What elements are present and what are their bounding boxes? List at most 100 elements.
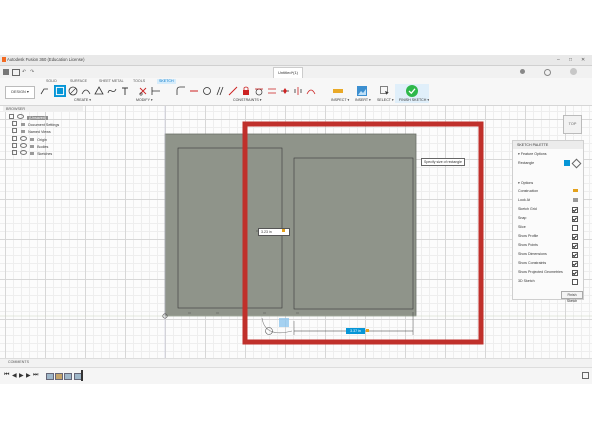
spline-tool-icon[interactable] (107, 86, 117, 96)
file-icon[interactable] (12, 69, 20, 76)
expand-icon[interactable] (12, 128, 17, 133)
extend-tool-icon[interactable] (151, 86, 161, 96)
symmetry-constraint-icon[interactable] (293, 86, 303, 96)
expand-icon[interactable] (9, 114, 14, 119)
arc-tool-icon[interactable] (81, 86, 91, 96)
rectangle-tool-icon[interactable] (54, 85, 66, 97)
3d-sketch-checkbox[interactable] (572, 279, 578, 285)
show-profile-checkbox[interactable] (572, 234, 578, 240)
tab-sheet-metal[interactable]: SHEET METAL (97, 79, 126, 84)
workspace-switcher[interactable]: DESIGN ▾ (5, 86, 35, 99)
trim-tool-icon[interactable] (138, 86, 148, 96)
close-button[interactable]: ✕ (581, 57, 585, 63)
show-points-checkbox[interactable] (572, 243, 578, 249)
minimize-button[interactable]: – (557, 57, 560, 63)
browser-item-bodies[interactable]: Bodies (12, 143, 48, 149)
rectangle-mode-button[interactable] (564, 160, 570, 166)
visibility-icon[interactable] (20, 136, 28, 141)
lock-icon[interactable] (282, 229, 285, 232)
option-look-at[interactable]: Look At (518, 196, 578, 204)
step-back-icon[interactable]: ◀ (12, 372, 17, 379)
expand-icon[interactable] (12, 136, 17, 141)
avatar[interactable] (570, 68, 577, 75)
timeline-feature-sketch[interactable] (64, 373, 72, 380)
snap-checkbox[interactable] (572, 216, 578, 222)
equal-constraint-icon[interactable] (267, 86, 277, 96)
inspect-menu[interactable]: INSPECT ▾ (331, 98, 349, 102)
job-status-icon[interactable] (520, 69, 525, 74)
constraints-menu[interactable]: CONSTRAINTS ▾ (233, 98, 262, 102)
fix-constraint-icon[interactable] (241, 86, 251, 96)
browser-item-document-settings[interactable]: Document Settings (12, 121, 59, 127)
show-constraints-checkbox[interactable] (572, 261, 578, 267)
option-3d-sketch[interactable]: 3D Sketch (518, 277, 578, 285)
show-projected-geometries-checkbox[interactable] (572, 270, 578, 276)
browser-item-sketches[interactable]: Sketches (12, 150, 52, 156)
options-header[interactable]: ▾ Options (518, 179, 578, 187)
notifications-icon[interactable] (544, 69, 551, 76)
look-at-icon[interactable] (573, 198, 578, 202)
tangent-constraint-icon[interactable] (254, 86, 264, 96)
circle-tool-icon[interactable] (68, 86, 78, 96)
tab-surface[interactable]: SURFACE (68, 79, 89, 84)
insert-image-icon[interactable] (357, 86, 367, 96)
feature-options-header[interactable]: ▾ Feature Options (518, 150, 578, 158)
view-cube[interactable]: TOP (563, 115, 582, 134)
option-snap[interactable]: Snap (518, 214, 578, 222)
measure-tool-icon[interactable] (333, 86, 343, 96)
polygon-tool-icon[interactable] (94, 86, 104, 96)
go-to-start-icon[interactable]: ⏮ (4, 372, 9, 379)
midpoint-constraint-icon[interactable] (280, 86, 290, 96)
tab-sketch[interactable]: SKETCH (157, 79, 176, 84)
step-forward-icon[interactable]: ▶ (26, 372, 31, 379)
horizontal-dimension-input[interactable]: 3.37 in (346, 328, 365, 334)
undo-icon[interactable]: ↶ (22, 69, 26, 75)
construction-icon[interactable] (573, 189, 578, 192)
option-show-dimensions[interactable]: Show Dimensions (518, 250, 578, 258)
expand-icon[interactable] (12, 150, 17, 155)
create-menu[interactable]: CREATE ▾ (74, 98, 91, 102)
timeline-feature-sketch[interactable] (46, 373, 54, 380)
perpendicular-constraint-icon[interactable] (228, 86, 238, 96)
fillet-tool-icon[interactable] (176, 86, 186, 96)
sketch-grid-checkbox[interactable] (572, 207, 578, 213)
option-sketch-grid[interactable]: Sketch Grid (518, 205, 578, 213)
horizontal-constraint-icon[interactable] (189, 86, 199, 96)
browser-item-origin[interactable]: Origin (12, 136, 47, 142)
option-construction[interactable]: Construction (518, 187, 578, 195)
visibility-icon[interactable] (20, 143, 28, 148)
select-menu[interactable]: SELECT ▾ (377, 98, 394, 102)
apps-grid-icon[interactable] (3, 69, 9, 75)
visibility-icon[interactable] (20, 150, 28, 155)
rectangle-center-mode-button[interactable] (571, 158, 582, 169)
option-show-constraints[interactable]: Show Constraints (518, 259, 578, 267)
go-to-end-icon[interactable]: ⏭ (33, 372, 38, 379)
tab-tools[interactable]: TOOLS (131, 79, 147, 84)
play-icon[interactable]: ▶ (19, 372, 24, 379)
timeline-marker[interactable] (81, 370, 83, 381)
select-cursor-icon[interactable] (380, 86, 390, 96)
curvature-constraint-icon[interactable] (306, 86, 316, 96)
finish-sketch-menu[interactable]: FINISH SKETCH ▾ (399, 98, 429, 102)
vertical-dimension-input[interactable]: 3.23 in (258, 228, 290, 236)
visibility-icon[interactable] (17, 114, 25, 119)
redo-icon[interactable]: ↷ (30, 69, 34, 75)
option-show-points[interactable]: Show Points (518, 241, 578, 249)
browser-header[interactable]: BROWSER (3, 106, 83, 112)
insert-menu[interactable]: INSERT ▾ (355, 98, 371, 102)
create-sketch-icon[interactable] (40, 86, 50, 96)
browser-item-named-views[interactable]: Named Views (12, 128, 51, 134)
tab-solid[interactable]: SOLID (44, 79, 59, 84)
comments-bar[interactable]: COMMENTS (0, 358, 592, 367)
modify-menu[interactable]: MODIFY ▾ (136, 98, 153, 102)
option-show-profile[interactable]: Show Profile (518, 232, 578, 240)
document-tab[interactable]: Untitled*(1) (273, 67, 304, 78)
parallel-constraint-icon[interactable] (215, 86, 225, 96)
text-tool-icon[interactable] (120, 86, 130, 96)
coincident-constraint-icon[interactable] (202, 86, 212, 96)
browser-root[interactable]: (Unsaved) (9, 114, 49, 120)
timeline-feature-extrude[interactable] (55, 373, 63, 380)
sketch-geometry[interactable] (0, 106, 592, 367)
show-dimensions-checkbox[interactable] (572, 252, 578, 258)
sketch-palette-header[interactable]: SKETCH PALETTE (513, 141, 583, 149)
